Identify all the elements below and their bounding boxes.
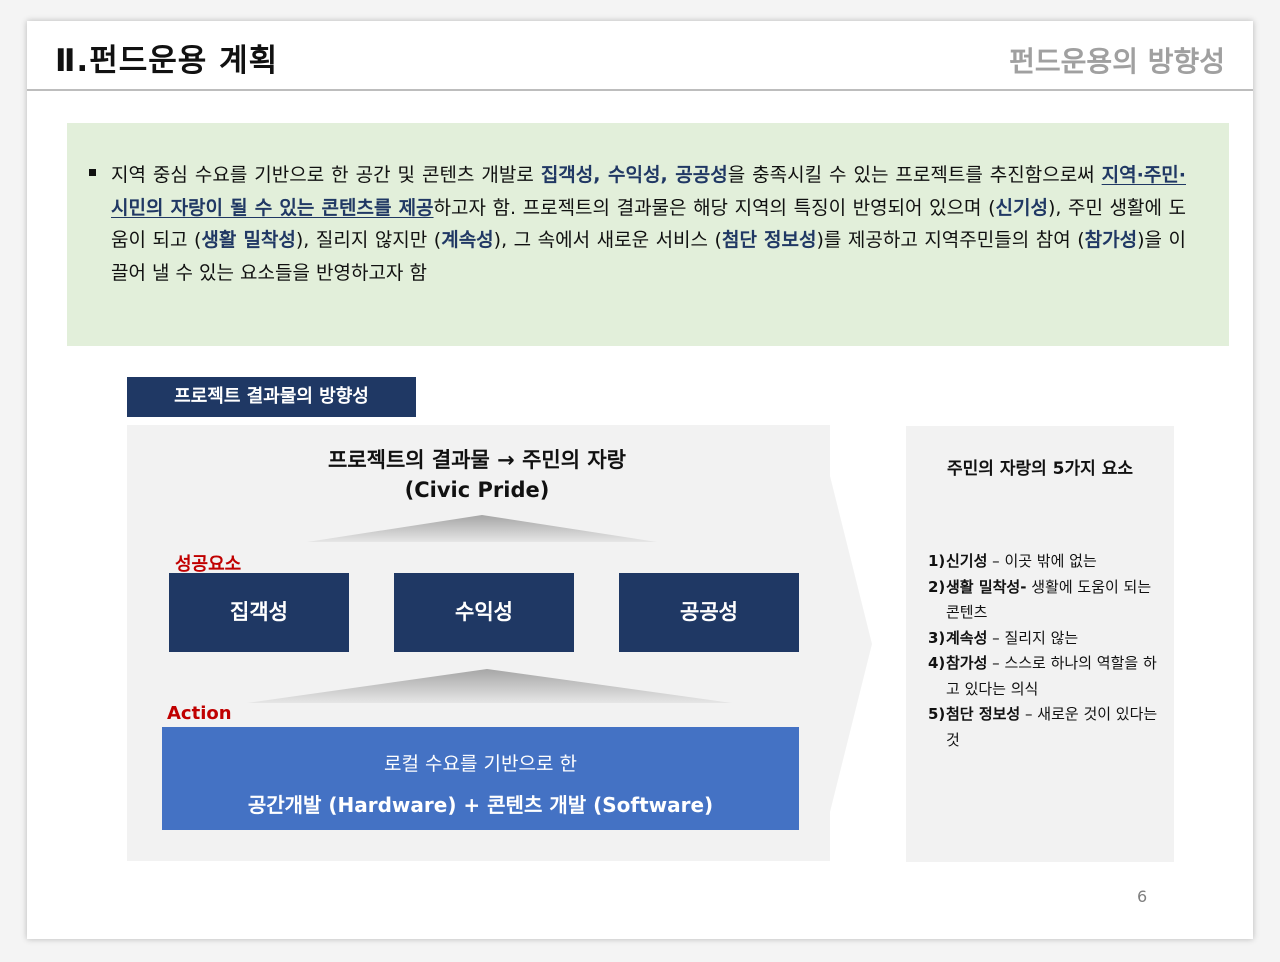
item-number: 1) xyxy=(928,552,946,570)
intro-highlight-information: 첨단 정보성 xyxy=(721,229,817,251)
diagram-title: 프로젝트의 결과물 → 주민의 자랑 (Civic Pride) xyxy=(127,445,827,505)
list-item: 2) 생활 밀착성- 생활에 도움이 되는 콘텐츠 xyxy=(928,575,1168,626)
page-title: Ⅱ.펀드운용 계획 xyxy=(55,43,279,79)
list-item: 1) 신기성 – 이곳 밖에 없는 xyxy=(928,549,1168,575)
bullet-square-icon xyxy=(89,169,96,176)
civic-pride-elements-panel: 주민의 자랑의 5가지 요소 1) 신기성 – 이곳 밖에 없는 2) 생활 밀착성… xyxy=(906,426,1174,862)
action-box: 로컬 수요를 기반으로 한 공간개발 (Hardware) + 콘텐츠 개발 (… xyxy=(162,727,799,830)
section-subtitle: 펀드운용의 방향성 xyxy=(1009,45,1225,78)
item-term: 생활 밀착성- xyxy=(946,577,1027,596)
item-number: 5) xyxy=(928,705,946,723)
intro-text-3: 하고자 함. 프로젝트의 결과물은 해당 지역의 특징이 반영되어 있으며 ( xyxy=(433,196,996,219)
item-desc: – 이곳 밖에 없는 xyxy=(987,552,1097,570)
intro-highlight-novelty: 신기성 xyxy=(995,196,1048,219)
diagram-tag: 프로젝트 결과물의 방향성 xyxy=(127,377,416,417)
intro-paragraph: 지역 중심 수요를 기반으로 한 공간 및 콘텐츠 개발로 집객성, 수익성, … xyxy=(111,159,1186,289)
intro-text-6: ), 그 속에서 새로운 서비스 ( xyxy=(493,229,722,251)
intro-highlight-continuity: 계속성 xyxy=(441,229,494,251)
list-item: 5) 첨단 정보성 – 새로운 것이 있다는 것 xyxy=(928,702,1168,753)
factor-box-publicness: 공공성 xyxy=(619,573,799,652)
item-term: 첨단 정보성 xyxy=(946,705,1021,723)
intro-text-2: 을 충족시킬 수 있는 프로젝트를 추진함으로써 xyxy=(727,164,1102,186)
list-item: 3) 계속성 – 질리지 않는 xyxy=(928,626,1168,652)
item-desc: – 질리지 않는 xyxy=(987,628,1079,647)
intro-text-5: ), 질리지 않지만 ( xyxy=(295,229,442,251)
slide: Ⅱ.펀드운용 계획 펀드운용의 방향성 지역 중심 수요를 기반으로 한 공간 … xyxy=(27,21,1253,939)
intro-highlight-daily-life: 생활 밀착성 xyxy=(201,229,296,251)
intro-highlight-factors: 집객성, 수익성, 공공성 xyxy=(540,164,728,186)
title-divider xyxy=(27,89,1253,91)
intro-box: 지역 중심 수요를 기반으로 한 공간 및 콘텐츠 개발로 집객성, 수익성, … xyxy=(67,123,1229,346)
intro-text-1: 지역 중심 수요를 기반으로 한 공간 및 콘텐츠 개발로 xyxy=(111,164,541,186)
diagram-title-line2: (Civic Pride) xyxy=(404,478,550,502)
action-line2: 공간개발 (Hardware) + 콘텐츠 개발 (Software) xyxy=(247,793,714,817)
page-number: 6 xyxy=(1137,887,1148,906)
item-term: 계속성 xyxy=(946,628,988,647)
diagram-title-line1: 프로젝트의 결과물 → 주민의 자랑 xyxy=(328,448,626,472)
elements-list: 1) 신기성 – 이곳 밖에 없는 2) 생활 밀착성- 생활에 도움이 되는 콘텐… xyxy=(928,549,1168,753)
item-number: 3) xyxy=(928,628,946,647)
item-term: 참가성 xyxy=(946,654,988,672)
item-number: 2) xyxy=(928,577,946,596)
intro-text-7: )를 제공하고 지역주민들의 참여 ( xyxy=(816,229,1085,251)
factor-box-profitability: 수익성 xyxy=(394,573,574,652)
elements-title: 주민의 자랑의 5가지 요소 xyxy=(947,459,1133,479)
action-label: Action xyxy=(167,703,232,724)
intro-highlight-participation: 참가성 xyxy=(1084,229,1138,251)
list-item: 4) 참가성 – 스스로 하나의 역할을 하고 있다는 의식 xyxy=(928,651,1168,702)
factor-box-attraction: 집객성 xyxy=(169,573,349,652)
item-number: 4) xyxy=(928,654,946,672)
action-line1: 로컬 수요를 기반으로 한 xyxy=(384,753,577,775)
item-term: 신기성 xyxy=(946,552,988,570)
